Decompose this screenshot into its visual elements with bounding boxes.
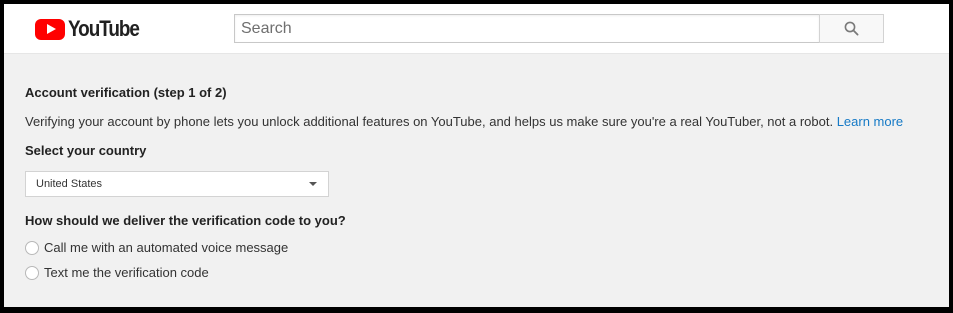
country-label: Select your country [25, 143, 147, 158]
country-select[interactable]: United States [25, 171, 329, 197]
verification-description: Verifying your account by phone lets you… [25, 114, 903, 129]
learn-more-link[interactable]: Learn more [837, 114, 903, 129]
radio-option-text-message[interactable]: Text me the verification code [25, 265, 209, 280]
radio-option-voice-call[interactable]: Call me with an automated voice message [25, 240, 288, 255]
page-title: Account verification (step 1 of 2) [25, 85, 227, 100]
logo-wordmark: YouTube [68, 16, 140, 41]
page-frame: YouTube Account verification (step 1 of … [4, 4, 949, 307]
description-text: Verifying your account by phone lets you… [25, 114, 834, 129]
youtube-logo[interactable]: YouTube [35, 16, 150, 41]
search-icon [844, 21, 859, 36]
radio-label-voice: Call me with an automated voice message [44, 240, 289, 255]
country-selected-value: United States [36, 178, 103, 190]
search-input[interactable] [234, 14, 819, 43]
masthead: YouTube [4, 4, 949, 54]
radio-label-text: Text me the verification code [44, 265, 209, 280]
search-bar [234, 14, 884, 43]
search-button[interactable] [819, 14, 884, 43]
delivery-method-label: How should we deliver the verification c… [25, 213, 346, 228]
radio-button-text[interactable] [25, 265, 39, 280]
play-logo-icon [35, 18, 65, 40]
chevron-down-icon [309, 182, 317, 186]
radio-button-voice[interactable] [25, 240, 39, 255]
